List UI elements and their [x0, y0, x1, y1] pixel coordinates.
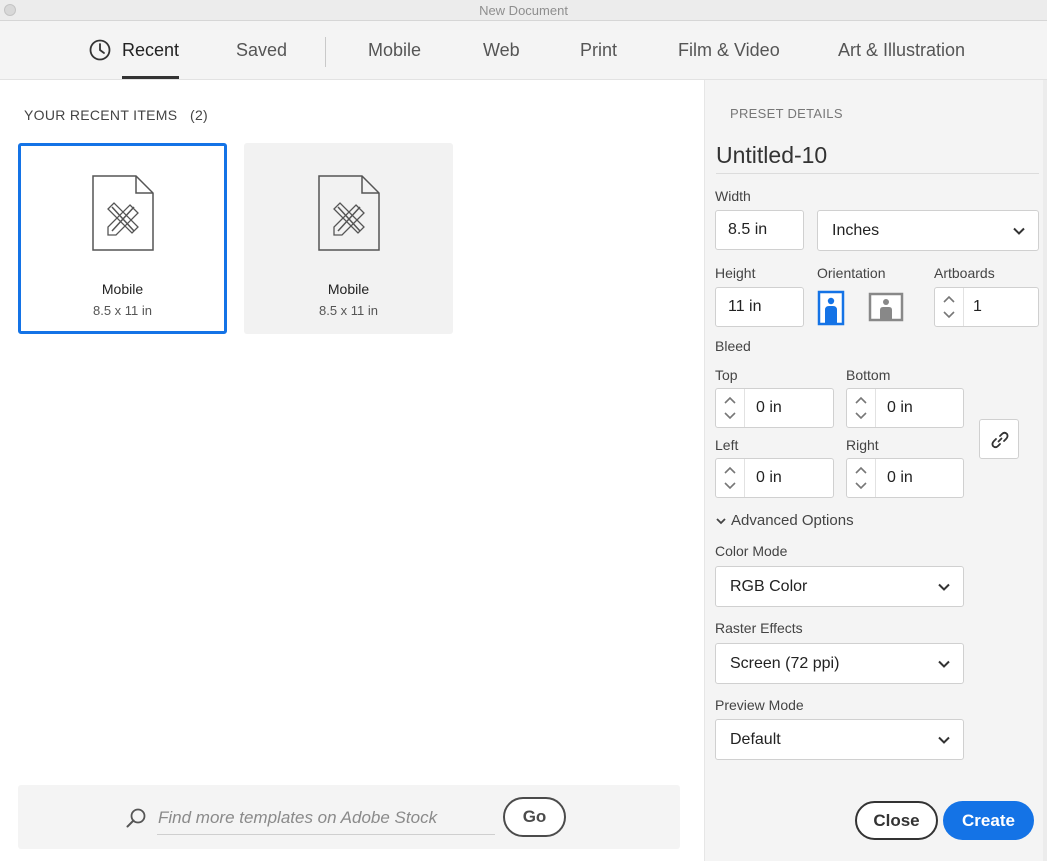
- recent-item-size: 8.5 x 11 in: [92, 303, 153, 318]
- preset-details-panel: PRESET DETAILS Width 8.5 in Inches Heigh…: [704, 80, 1047, 861]
- recent-item-size: 8.5 x 11 in: [318, 303, 379, 318]
- width-label: Width: [715, 188, 751, 204]
- search-icon: [126, 808, 146, 828]
- bleed-right-value: 0 in: [887, 469, 913, 486]
- tab-art-illustration[interactable]: Art & Illustration: [838, 21, 965, 79]
- color-mode-select[interactable]: RGB Color: [715, 566, 964, 607]
- bleed-bottom-stepper[interactable]: 0 in: [846, 388, 964, 428]
- width-input[interactable]: 8.5 in: [715, 210, 804, 250]
- recent-item-card[interactable]: Mobile 8.5 x 11 in: [18, 143, 227, 334]
- chevron-up-icon[interactable]: [723, 464, 737, 476]
- clock-icon: [89, 39, 111, 61]
- recent-item-name: Mobile: [101, 281, 144, 297]
- chevron-down-icon[interactable]: [942, 309, 956, 321]
- color-mode-label: Color Mode: [715, 543, 788, 559]
- height-label: Height: [715, 265, 756, 281]
- category-tabs: Recent Saved Mobile Web Print Film & Vid…: [0, 21, 1047, 80]
- chevron-up-icon[interactable]: [723, 394, 737, 406]
- tab-separator: [325, 37, 326, 67]
- bleed-left-value: 0 in: [756, 469, 782, 486]
- preview-mode-label: Preview Mode: [715, 697, 804, 713]
- stepper-arrows: [716, 459, 745, 497]
- chevron-down-icon: [1013, 227, 1025, 235]
- stepper-arrows: [847, 459, 876, 497]
- preview-mode-select[interactable]: Default: [715, 719, 964, 760]
- document-template-icon: [92, 175, 154, 251]
- stock-search-input[interactable]: [157, 801, 495, 835]
- stepper-arrows: [716, 389, 745, 427]
- tab-mobile[interactable]: Mobile: [368, 21, 421, 79]
- recent-items-title: YOUR RECENT ITEMS: [24, 107, 178, 123]
- chevron-down-icon: [938, 660, 950, 668]
- tab-print[interactable]: Print: [580, 21, 617, 79]
- adobe-stock-search-bar: Go: [18, 785, 680, 849]
- tab-saved[interactable]: Saved: [236, 21, 287, 79]
- chevron-up-icon[interactable]: [942, 293, 956, 305]
- orientation-label: Orientation: [817, 265, 886, 281]
- recent-item-card[interactable]: Mobile 8.5 x 11 in: [244, 143, 453, 334]
- chevron-down-icon[interactable]: [854, 480, 868, 492]
- artboards-value: 1: [973, 298, 982, 315]
- tab-web[interactable]: Web: [483, 21, 520, 79]
- bleed-left-stepper[interactable]: 0 in: [715, 458, 834, 498]
- raster-effects-select[interactable]: Screen (72 ppi): [715, 643, 964, 684]
- create-button[interactable]: Create: [943, 801, 1034, 840]
- bleed-label: Bleed: [715, 338, 751, 354]
- go-button[interactable]: Go: [503, 797, 566, 837]
- artboards-stepper[interactable]: 1: [934, 287, 1039, 327]
- recent-items-count: (2): [190, 107, 209, 123]
- chevron-down-icon[interactable]: [854, 410, 868, 422]
- height-input[interactable]: 11 in: [715, 287, 804, 327]
- chevron-up-icon[interactable]: [854, 464, 868, 476]
- color-mode-value: RGB Color: [730, 578, 808, 595]
- units-select[interactable]: Inches: [817, 210, 1039, 251]
- close-button[interactable]: Close: [855, 801, 938, 840]
- chevron-up-icon[interactable]: [854, 394, 868, 406]
- chevron-down-icon[interactable]: [723, 410, 737, 422]
- chevron-down-icon: [938, 736, 950, 744]
- recent-items-panel: YOUR RECENT ITEMS (2) Mobile 8.5 x 11 in…: [0, 80, 704, 861]
- document-template-icon: [318, 175, 380, 251]
- bleed-right-stepper[interactable]: 0 in: [846, 458, 964, 498]
- advanced-options-toggle[interactable]: Advanced Options: [715, 512, 854, 529]
- units-value: Inches: [832, 222, 880, 239]
- artboards-label: Artboards: [934, 265, 995, 281]
- chevron-down-icon: [716, 518, 726, 525]
- recent-items-heading: YOUR RECENT ITEMS (2): [24, 107, 208, 123]
- link-icon: [991, 431, 1009, 449]
- bleed-right-label: Right: [846, 437, 879, 453]
- chevron-down-icon: [938, 583, 950, 591]
- preview-mode-value: Default: [730, 731, 781, 748]
- stepper-arrows: [935, 288, 964, 326]
- document-name-input[interactable]: [716, 138, 1039, 174]
- preset-details-heading: PRESET DETAILS: [730, 106, 843, 121]
- recent-item-name: Mobile: [327, 281, 370, 297]
- window-title: New Document: [479, 3, 568, 18]
- link-bleed-button[interactable]: [979, 419, 1019, 459]
- title-bar: New Document: [0, 0, 1047, 21]
- tab-recent[interactable]: Recent: [122, 21, 180, 79]
- chevron-down-icon[interactable]: [723, 480, 737, 492]
- raster-effects-value: Screen (72 ppi): [730, 655, 840, 672]
- bleed-top-value: 0 in: [756, 399, 782, 416]
- stepper-arrows: [847, 389, 876, 427]
- panel-scrollbar[interactable]: [1043, 80, 1047, 861]
- bleed-bottom-label: Bottom: [846, 367, 891, 383]
- bleed-top-stepper[interactable]: 0 in: [715, 388, 834, 428]
- advanced-options-label: Advanced Options: [731, 512, 854, 529]
- raster-effects-label: Raster Effects: [715, 620, 803, 636]
- landscape-orientation-icon[interactable]: [868, 290, 904, 326]
- portrait-orientation-icon[interactable]: [817, 290, 853, 326]
- bleed-left-label: Left: [715, 437, 739, 453]
- bleed-top-label: Top: [715, 367, 738, 383]
- bleed-bottom-value: 0 in: [887, 399, 913, 416]
- tab-film-video[interactable]: Film & Video: [678, 21, 780, 79]
